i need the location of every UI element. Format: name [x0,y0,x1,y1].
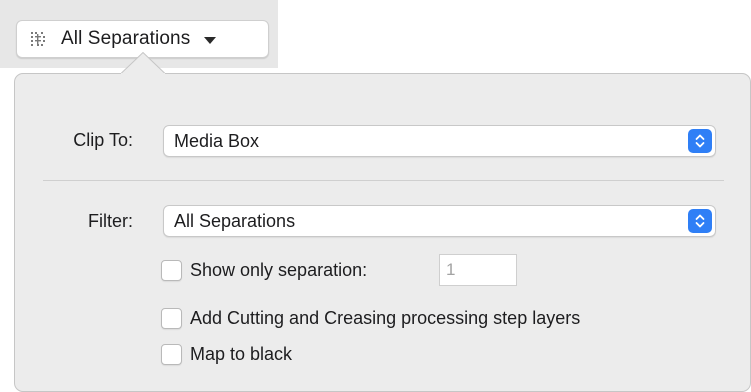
popover-arrow [121,52,165,74]
add-cutting-creasing-row: Add Cutting and Creasing processing step… [161,308,580,329]
clip-to-value: Media Box [174,130,260,151]
show-only-separation-label: Show only separation: [190,260,368,280]
filter-label: Filter: [88,211,133,231]
add-cutting-creasing-label: Add Cutting and Creasing processing step… [190,308,581,328]
add-cutting-creasing-checkbox[interactable] [161,308,182,329]
up-down-chevron-icon [688,209,712,233]
map-to-black-label: Map to black [190,344,293,364]
up-down-chevron-icon [688,129,712,153]
filter-value: All Separations [174,210,296,231]
filter-select[interactable]: All Separations [163,205,716,237]
show-only-separation-row: Show only separation: [161,260,367,281]
clip-to-label: Clip To: [73,130,133,150]
separation-number-field[interactable] [439,254,517,286]
separations-popup-label: All Separations [61,28,191,49]
clip-to-select[interactable]: Media Box [163,125,716,157]
section-divider [43,180,724,181]
map-to-black-row: Map to black [161,344,292,365]
separations-popover: Clip To: Media Box Filter: All Separatio… [14,73,751,392]
map-to-black-checkbox[interactable] [161,344,182,365]
caret-down-icon [204,36,217,44]
separations-grid-icon [31,32,45,46]
show-only-separation-checkbox[interactable] [161,260,182,281]
